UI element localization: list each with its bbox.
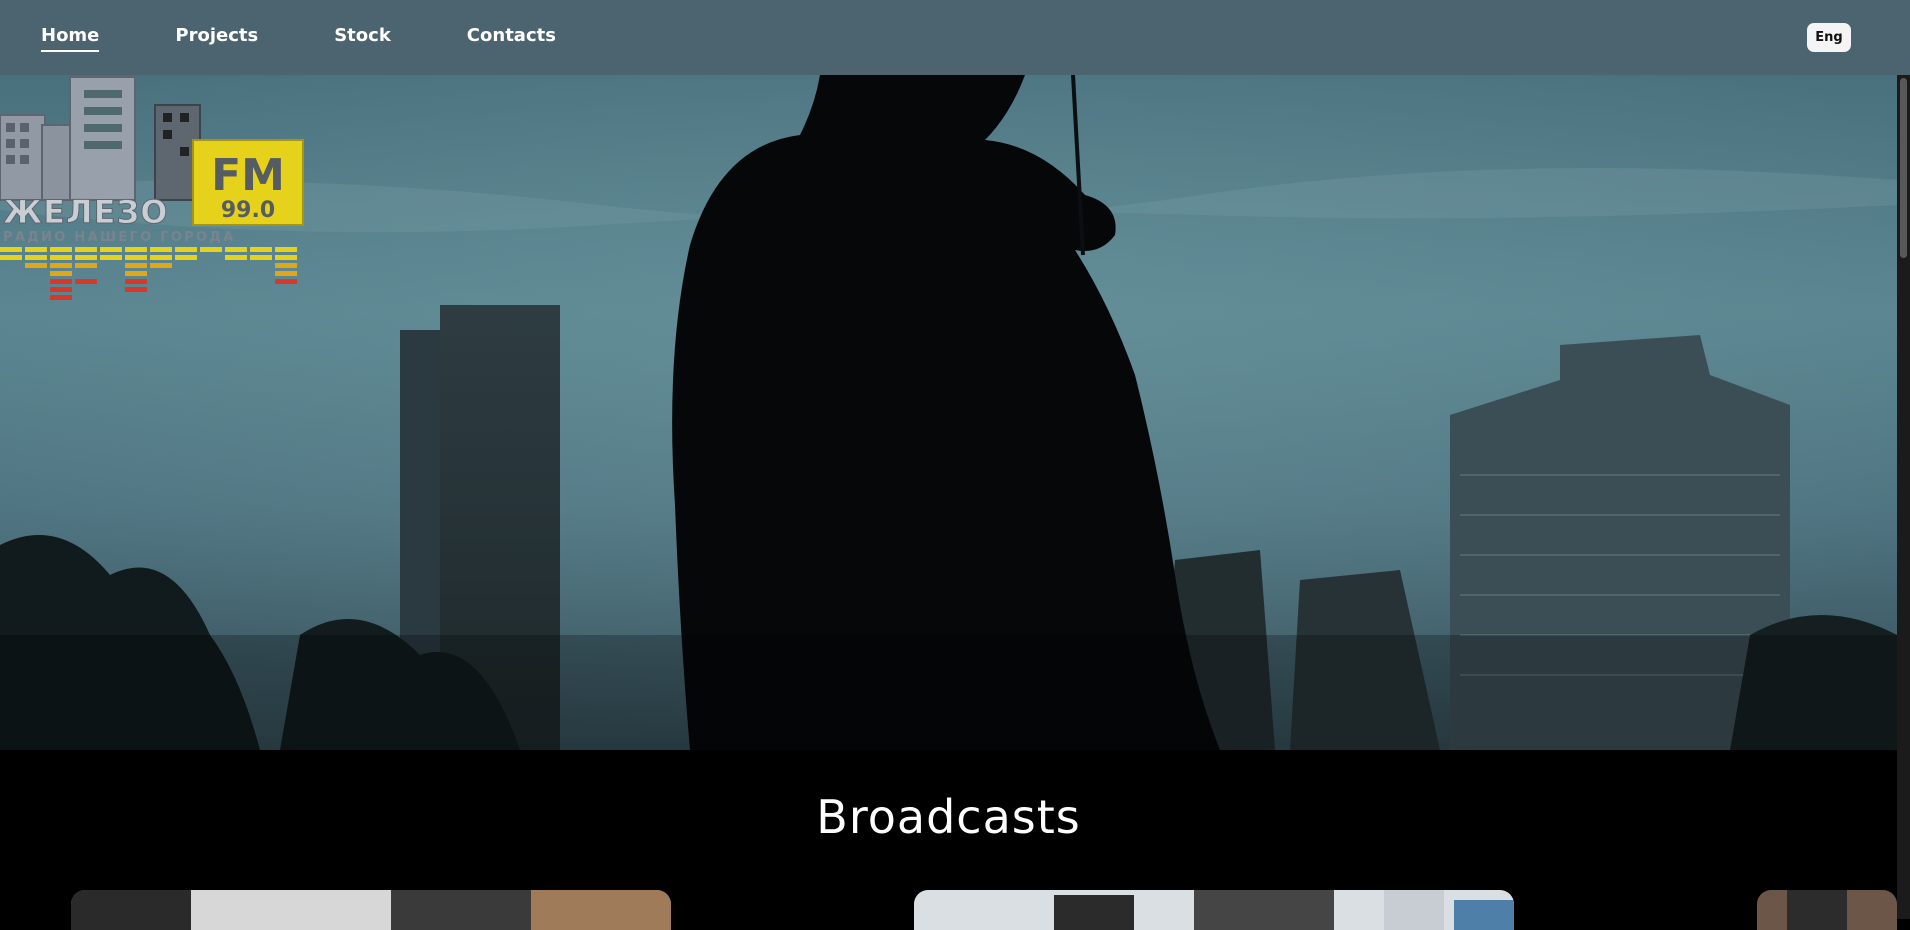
hero-banner: FM 99.0 ЖЕЛЕЗО РАДИО НАШЕГО ГОРОДА xyxy=(0,75,1897,750)
logo-tagline-text: РАДИО НАШЕГО ГОРОДА xyxy=(3,230,236,245)
radio-logo: FM 99.0 ЖЕЛЕЗО РАДИО НАШЕГО ГОРОДА xyxy=(0,76,304,300)
nav-item-projects[interactable]: Projects xyxy=(175,24,258,52)
broadcast-thumbnail xyxy=(71,890,671,930)
logo-name-text: ЖЕЛЕЗО xyxy=(3,193,168,231)
nav-item-stock[interactable]: Stock xyxy=(334,24,391,52)
language-toggle-button[interactable]: Eng xyxy=(1807,23,1851,52)
equalizer-graphic xyxy=(0,247,297,300)
broadcast-card[interactable] xyxy=(1757,890,1897,930)
main-nav: Home Projects Stock Contacts xyxy=(41,24,632,52)
broadcast-thumbnail xyxy=(1757,890,1897,930)
broadcasts-heading: Broadcasts xyxy=(816,790,1081,844)
logo-frequency-text: 99.0 xyxy=(221,198,275,223)
nav-item-home[interactable]: Home xyxy=(41,24,100,52)
broadcast-card[interactable] xyxy=(71,890,671,930)
scrollbar-thumb[interactable] xyxy=(1900,78,1907,258)
logo-fm-text: FM xyxy=(211,150,285,201)
page-scrollbar[interactable] xyxy=(1897,0,1910,919)
nav-item-contacts[interactable]: Contacts xyxy=(467,24,556,52)
top-navigation-bar: Home Projects Stock Contacts Eng xyxy=(0,0,1910,75)
broadcast-thumbnail xyxy=(914,890,1514,930)
broadcast-card[interactable] xyxy=(914,890,1514,930)
